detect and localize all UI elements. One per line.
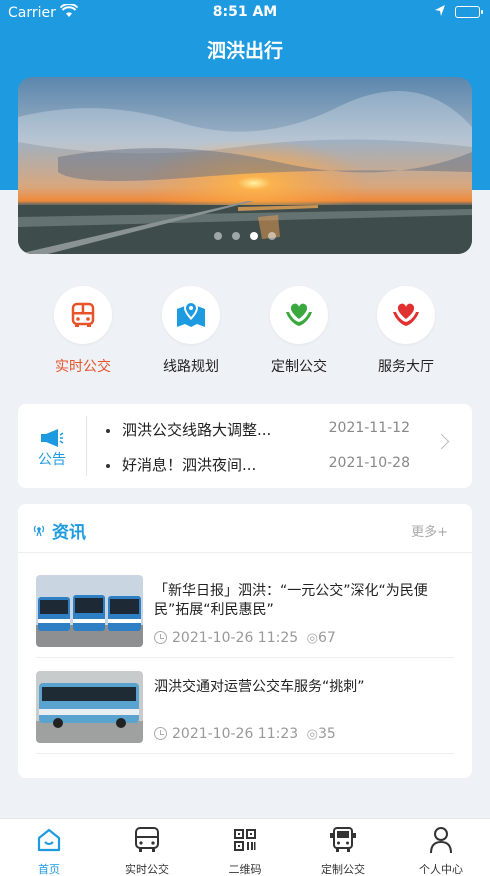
news-time: 2021-10-26 11:25 <box>172 630 299 646</box>
quick-entry-label: 实时公交 <box>55 359 111 375</box>
carousel-dot-active[interactable] <box>250 232 258 240</box>
news-title: 泗洪交通对运营公交车服务“挑刺” <box>154 679 365 695</box>
news-views: 67 <box>317 630 336 646</box>
banner-carousel[interactable] <box>18 77 472 254</box>
news-title: 「新华日报」泗洪：“一元公交”深化“为民便民”拓展“利民惠民” <box>154 583 428 618</box>
quick-entry-realtime-bus[interactable]: 实时公交 <box>33 286 133 376</box>
tab-label: 定制公交 <box>321 863 365 876</box>
map-pin-icon <box>177 301 205 327</box>
quick-entry-route-planning[interactable]: 线路规划 <box>141 286 241 376</box>
chevron-right-icon[interactable] <box>433 433 450 450</box>
qr-code-icon <box>234 829 256 851</box>
quick-entry-custom-bus[interactable]: 定制公交 <box>249 286 349 376</box>
tab-label: 首页 <box>38 863 60 876</box>
news-views: 35 <box>317 726 336 742</box>
battery-icon <box>455 6 483 18</box>
quick-entry-service-hall[interactable]: 服务大厅 <box>356 286 456 376</box>
divider <box>86 416 87 476</box>
status-bar: Carrier 8:51 AM <box>0 0 490 26</box>
status-time: 8:51 AM <box>212 4 278 20</box>
news-meta: 2021-10-26 11:25 ◎67 <box>154 630 336 646</box>
announcement-item[interactable]: 泗洪公交线路大调整... <box>106 419 271 440</box>
tab-home[interactable]: 首页 <box>0 825 98 876</box>
bus-icon <box>135 827 159 852</box>
more-link[interactable]: 更多+ <box>411 521 448 540</box>
announcement-date: 2021-11-12 <box>328 420 410 436</box>
news-item[interactable]: 泗洪交通对运营公交车服务“挑刺” 2021-10-26 11:23 ◎35 <box>36 662 454 754</box>
tab-bar: 首页 实时公交 二维码 定制公交 个人中心 <box>0 818 490 876</box>
clock-icon <box>154 727 167 740</box>
broadcast-icon <box>32 522 46 541</box>
divider <box>18 552 472 553</box>
announcement-title: 泗洪公交线路大调整... <box>122 421 272 439</box>
tab-qr-code[interactable]: 二维码 <box>196 825 294 876</box>
news-thumbnail <box>36 575 143 647</box>
quick-entry-label: 服务大厅 <box>378 359 434 375</box>
tab-label: 个人中心 <box>419 863 463 876</box>
announcement-title: 好消息！泗洪夜间... <box>122 456 257 474</box>
bus-icon <box>71 302 95 327</box>
home-icon <box>37 828 61 852</box>
carousel-dot[interactable] <box>214 232 222 240</box>
location-arrow-icon <box>434 4 446 22</box>
tab-label: 实时公交 <box>125 863 169 876</box>
quick-entry-label: 线路规划 <box>163 359 219 375</box>
announcement-date: 2021-10-28 <box>328 455 410 471</box>
tab-label: 二维码 <box>228 863 262 876</box>
heart-hand-icon <box>393 303 419 326</box>
user-icon <box>430 827 452 854</box>
announcement-card[interactable]: 公告 泗洪公交线路大调整... 2021-11-12 好消息！泗洪夜间... 2… <box>18 404 472 488</box>
news-meta: 2021-10-26 11:23 ◎35 <box>154 726 336 742</box>
news-item[interactable]: 「新华日报」泗洪：“一元公交”深化“为民便民”拓展“利民惠民” 2021-10-… <box>36 566 454 658</box>
carousel-dot[interactable] <box>268 232 276 240</box>
tab-realtime-bus[interactable]: 实时公交 <box>98 825 196 876</box>
quick-entry-label: 定制公交 <box>271 359 327 375</box>
carousel-dot[interactable] <box>232 232 240 240</box>
tab-profile[interactable]: 个人中心 <box>392 825 490 876</box>
news-section-title: 资讯 <box>52 523 86 543</box>
carousel-indicator <box>18 225 472 244</box>
announcement-label: 公告 <box>38 452 66 468</box>
news-time: 2021-10-26 11:23 <box>172 726 299 742</box>
heart-hand-icon <box>286 303 312 326</box>
announcement-item[interactable]: 好消息！泗洪夜间... <box>106 454 256 475</box>
eye-icon: ◎ <box>306 631 318 646</box>
eye-icon: ◎ <box>306 727 318 742</box>
news-thumbnail <box>36 671 143 743</box>
tab-custom-bus[interactable]: 定制公交 <box>294 825 392 876</box>
page-title: 泗洪出行 <box>206 40 283 62</box>
bus-front-icon <box>330 827 356 852</box>
clock-icon <box>154 631 167 644</box>
news-card: 资讯 更多+ 「新华日报」泗洪：“一元公交”深化“为民便民”拓展“利民惠民” 2… <box>18 504 472 778</box>
